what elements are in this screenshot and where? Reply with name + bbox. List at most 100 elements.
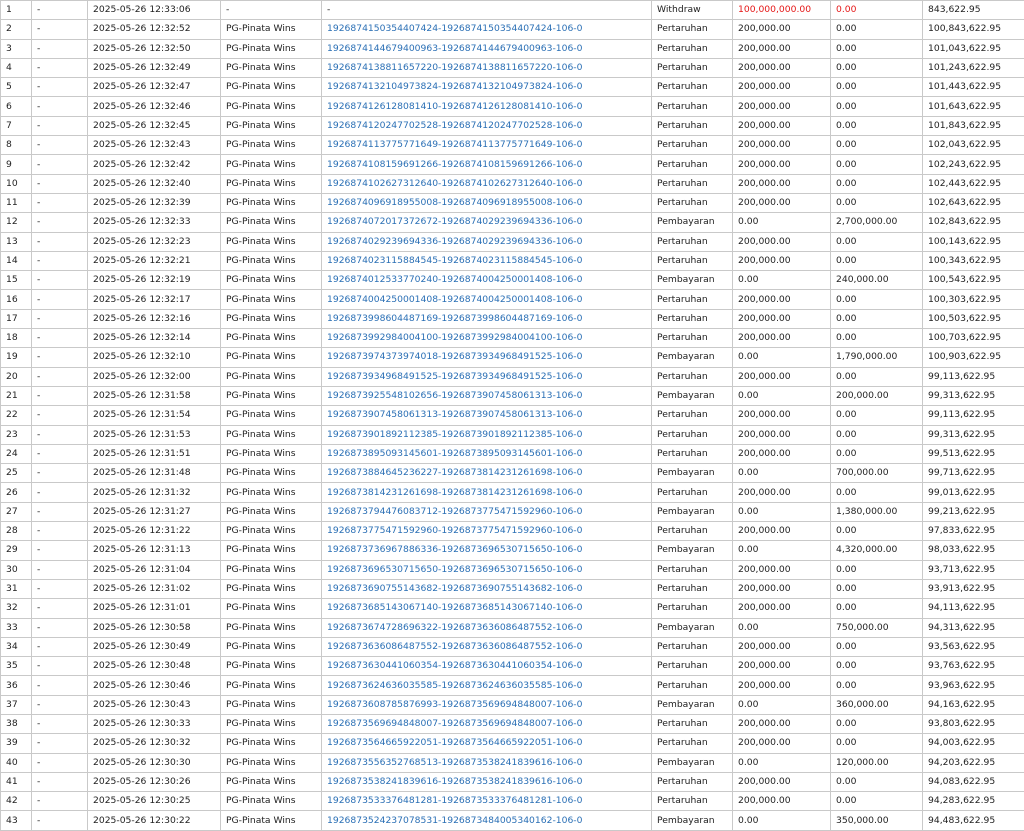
credit-cell: 0.00 bbox=[831, 78, 923, 97]
game-cell: PG-Pinata Wins bbox=[221, 618, 322, 637]
row-number-cell: 31 bbox=[1, 579, 32, 598]
reference-link[interactable]: 1926874096918955008-1926874096918955008-… bbox=[322, 193, 652, 212]
balance-cell: 101,843,622.95 bbox=[923, 116, 1024, 135]
datetime-cell: 2025-05-26 12:30:46 bbox=[88, 676, 221, 695]
table-row: 35-2025-05-26 12:30:48PG-Pinata Wins1926… bbox=[1, 657, 1024, 676]
user-cell: - bbox=[32, 367, 88, 386]
reference-link[interactable]: 1926873538241839616-1926873538241839616-… bbox=[322, 772, 652, 791]
game-cell: PG-Pinata Wins bbox=[221, 213, 322, 232]
reference-link[interactable]: 1926874144679400963-1926874144679400963-… bbox=[322, 39, 652, 58]
reference-link[interactable]: 1926873775471592960-1926873775471592960-… bbox=[322, 522, 652, 541]
reference-link[interactable]: 1926874029239694336-1926874029239694336-… bbox=[322, 232, 652, 251]
reference-link[interactable]: 1926874108159691266-1926874108159691266-… bbox=[322, 155, 652, 174]
reference-link[interactable]: 1926873630441060354-1926873630441060354-… bbox=[322, 657, 652, 676]
reference-link[interactable]: 1926874012533770240-1926874004250001408-… bbox=[322, 271, 652, 290]
game-cell: PG-Pinata Wins bbox=[221, 502, 322, 521]
reference-link[interactable]: 1926873696530715650-1926873696530715650-… bbox=[322, 560, 652, 579]
datetime-cell: 2025-05-26 12:31:48 bbox=[88, 464, 221, 483]
game-cell: PG-Pinata Wins bbox=[221, 251, 322, 270]
reference-link[interactable]: 1926874120247702528-1926874120247702528-… bbox=[322, 116, 652, 135]
user-cell: - bbox=[32, 637, 88, 656]
reference-link[interactable]: 1926873690755143682-1926873690755143682-… bbox=[322, 579, 652, 598]
game-cell: PG-Pinata Wins bbox=[221, 811, 322, 830]
reference-link[interactable]: 1926873901892112385-1926873901892112385-… bbox=[322, 425, 652, 444]
game-cell: PG-Pinata Wins bbox=[221, 232, 322, 251]
reference-link[interactable]: 1926874004250001408-1926874004250001408-… bbox=[322, 290, 652, 309]
reference-link[interactable]: 1926874102627312640-1926874102627312640-… bbox=[322, 174, 652, 193]
debit-cell: 0.00 bbox=[733, 464, 831, 483]
reference-link[interactable]: 1926873636086487552-1926873636086487552-… bbox=[322, 637, 652, 656]
row-number-cell: 1 bbox=[1, 1, 32, 20]
game-cell: PG-Pinata Wins bbox=[221, 78, 322, 97]
user-cell: - bbox=[32, 502, 88, 521]
reference-link[interactable]: 1926873814231261698-1926873814231261698-… bbox=[322, 483, 652, 502]
transaction-type-cell: Pertaruhan bbox=[652, 136, 733, 155]
game-cell: PG-Pinata Wins bbox=[221, 406, 322, 425]
reference-link[interactable]: 1926874113775771649-1926874113775771649-… bbox=[322, 136, 652, 155]
balance-cell: 100,703,622.95 bbox=[923, 329, 1024, 348]
table-row: 34-2025-05-26 12:30:49PG-Pinata Wins1926… bbox=[1, 637, 1024, 656]
datetime-cell: 2025-05-26 12:32:39 bbox=[88, 193, 221, 212]
reference-link[interactable]: 1926873685143067140-1926873685143067140-… bbox=[322, 599, 652, 618]
table-row: 24-2025-05-26 12:31:51PG-Pinata Wins1926… bbox=[1, 444, 1024, 463]
reference-link[interactable]: 1926873674728696322-1926873636086487552-… bbox=[322, 618, 652, 637]
reference-link[interactable]: 1926873895093145601-1926873895093145601-… bbox=[322, 444, 652, 463]
credit-cell: 360,000.00 bbox=[831, 695, 923, 714]
reference-link[interactable]: 1926873524237078531-1926873484005340162-… bbox=[322, 811, 652, 830]
reference-link[interactable]: 1926873974373974018-1926873934968491525-… bbox=[322, 348, 652, 367]
row-number-cell: 24 bbox=[1, 444, 32, 463]
balance-cell: 102,843,622.95 bbox=[923, 213, 1024, 232]
credit-cell: 0.00 bbox=[831, 444, 923, 463]
reference-link[interactable]: 1926873884645236227-1926873814231261698-… bbox=[322, 464, 652, 483]
debit-cell: 200,000.00 bbox=[733, 483, 831, 502]
debit-cell: 0.00 bbox=[733, 753, 831, 772]
transaction-type-cell: Pertaruhan bbox=[652, 174, 733, 193]
reference-link[interactable]: 1926874072017372672-1926874029239694336-… bbox=[322, 213, 652, 232]
credit-cell: 0.00 bbox=[831, 174, 923, 193]
table-row: 2-2025-05-26 12:32:52PG-Pinata Wins19268… bbox=[1, 20, 1024, 39]
table-row: 21-2025-05-26 12:31:58PG-Pinata Wins1926… bbox=[1, 386, 1024, 405]
datetime-cell: 2025-05-26 12:31:27 bbox=[88, 502, 221, 521]
reference-link[interactable]: 1926873624636035585-1926873624636035585-… bbox=[322, 676, 652, 695]
reference-link[interactable]: 1926874132104973824-1926874132104973824-… bbox=[322, 78, 652, 97]
datetime-cell: 2025-05-26 12:32:10 bbox=[88, 348, 221, 367]
transaction-type-cell: Pertaruhan bbox=[652, 599, 733, 618]
reference-link[interactable]: 1926873907458061313-1926873907458061313-… bbox=[322, 406, 652, 425]
reference-link[interactable]: 1926874023115884545-1926874023115884545-… bbox=[322, 251, 652, 270]
row-number-cell: 6 bbox=[1, 97, 32, 116]
row-number-cell: 3 bbox=[1, 39, 32, 58]
balance-cell: 94,283,622.95 bbox=[923, 792, 1024, 811]
user-cell: - bbox=[32, 116, 88, 135]
reference-link[interactable]: 1926873533376481281-1926873533376481281-… bbox=[322, 792, 652, 811]
reference-link[interactable]: 1926873794476083712-1926873775471592960-… bbox=[322, 502, 652, 521]
reference-link[interactable]: 1926873998604487169-1926873998604487169-… bbox=[322, 309, 652, 328]
reference-link[interactable]: 1926873934968491525-1926873934968491525-… bbox=[322, 367, 652, 386]
transaction-type-cell: Pertaruhan bbox=[652, 522, 733, 541]
debit-cell: 200,000.00 bbox=[733, 78, 831, 97]
reference-link[interactable]: 1926873556352768513-1926873538241839616-… bbox=[322, 753, 652, 772]
balance-cell: 94,203,622.95 bbox=[923, 753, 1024, 772]
credit-cell: 0.00 bbox=[831, 116, 923, 135]
reference-link[interactable]: 1926873569694848007-1926873569694848007-… bbox=[322, 714, 652, 733]
datetime-cell: 2025-05-26 12:32:21 bbox=[88, 251, 221, 270]
reference-link[interactable]: 1926873608785876993-1926873569694848007-… bbox=[322, 695, 652, 714]
game-cell: PG-Pinata Wins bbox=[221, 695, 322, 714]
reference-link[interactable]: 1926873925548102656-1926873907458061313-… bbox=[322, 386, 652, 405]
reference-link[interactable]: 1926873992984004100-1926873992984004100-… bbox=[322, 329, 652, 348]
reference-link[interactable]: 1926874126128081410-1926874126128081410-… bbox=[322, 97, 652, 116]
reference-link[interactable]: 1926874150354407424-1926874150354407424-… bbox=[322, 20, 652, 39]
reference-link[interactable]: 1926874138811657220-1926874138811657220-… bbox=[322, 58, 652, 77]
user-cell: - bbox=[32, 271, 88, 290]
table-row: 6-2025-05-26 12:32:46PG-Pinata Wins19268… bbox=[1, 97, 1024, 116]
reference-link: - bbox=[322, 1, 652, 20]
reference-link[interactable]: 1926873736967886336-1926873696530715650-… bbox=[322, 541, 652, 560]
reference-link[interactable]: 1926873564665922051-1926873564665922051-… bbox=[322, 734, 652, 753]
debit-cell: 200,000.00 bbox=[733, 792, 831, 811]
row-number-cell: 14 bbox=[1, 251, 32, 270]
table-row: 27-2025-05-26 12:31:27PG-Pinata Wins1926… bbox=[1, 502, 1024, 521]
transaction-type-cell: Pertaruhan bbox=[652, 714, 733, 733]
transaction-type-cell: Pertaruhan bbox=[652, 637, 733, 656]
table-row: 42-2025-05-26 12:30:25PG-Pinata Wins1926… bbox=[1, 792, 1024, 811]
credit-cell: 0.00 bbox=[831, 483, 923, 502]
user-cell: - bbox=[32, 464, 88, 483]
